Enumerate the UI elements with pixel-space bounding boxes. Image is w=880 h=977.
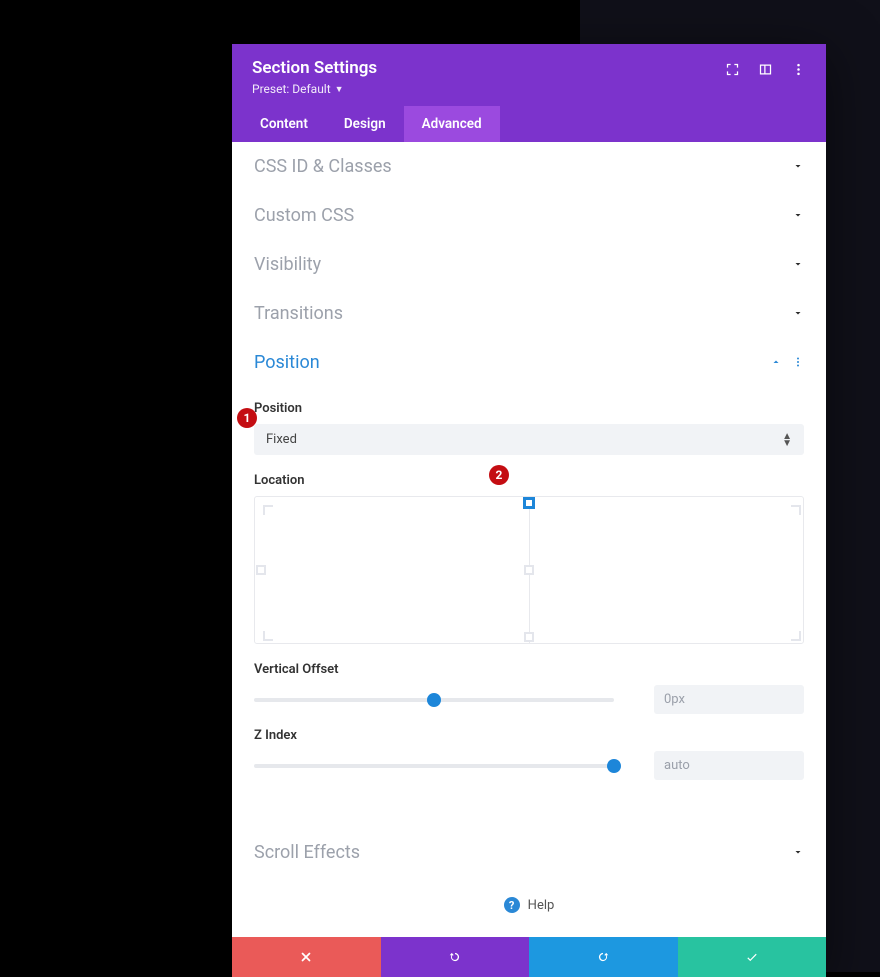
slider-thumb[interactable] (427, 693, 441, 707)
chevron-down-icon (792, 206, 804, 225)
tab-advanced[interactable]: Advanced (404, 106, 500, 142)
location-top-right[interactable] (791, 505, 801, 515)
accordion-title: Transitions (254, 303, 343, 324)
chevron-down-icon (792, 255, 804, 274)
location-grid[interactable] (254, 496, 804, 644)
location-field-label: Location (254, 473, 804, 488)
accordion-css[interactable]: CSS ID & Classes (232, 142, 826, 191)
position-select-value: Fixed (266, 432, 297, 447)
accordion-visibility[interactable]: Visibility (232, 240, 826, 289)
z-index-label: Z Index (254, 728, 804, 743)
panel-body: CSS ID & Classes Custom CSS Visibility T… (232, 142, 826, 937)
z-index-slider[interactable] (254, 764, 614, 768)
tabs: Content Design Advanced (232, 106, 826, 142)
chevron-down-icon (792, 843, 804, 862)
annotation-badge-2: 2 (489, 465, 509, 485)
location-bottom-right[interactable] (791, 631, 801, 641)
accordion-position[interactable]: Position (232, 338, 826, 387)
panel-title: Section Settings (252, 58, 377, 78)
title-block: Section Settings Preset: Default ▼ (252, 58, 377, 96)
help-icon: ? (504, 897, 520, 913)
section-kebab-icon[interactable] (792, 353, 804, 372)
chevron-down-icon (792, 304, 804, 323)
vertical-offset-label: Vertical Offset (254, 662, 804, 677)
vertical-offset-value[interactable]: 0px (654, 685, 804, 714)
location-top-center[interactable] (523, 497, 535, 509)
help-link[interactable]: ? Help (232, 877, 826, 937)
kebab-icon[interactable] (791, 62, 806, 81)
accordion-title: Custom CSS (254, 205, 354, 226)
chevron-down-icon (792, 157, 804, 176)
accordion-scroll-effects[interactable]: Scroll Effects (232, 828, 826, 877)
settings-panel: Section Settings Preset: Default ▼ Conte… (232, 44, 826, 977)
undo-button[interactable] (381, 937, 530, 977)
tab-design[interactable]: Design (326, 106, 404, 142)
preset-dropdown[interactable]: Preset: Default ▼ (252, 82, 377, 96)
accordion-title: Position (254, 352, 320, 373)
position-field-label: Position (254, 401, 804, 416)
save-button[interactable] (678, 937, 827, 977)
sidebar-toggle-icon[interactable] (758, 62, 773, 81)
help-label: Help (528, 898, 555, 913)
select-arrows-icon: ▲▼ (782, 433, 792, 447)
panel-header: Section Settings Preset: Default ▼ (232, 44, 826, 106)
redo-button[interactable] (529, 937, 678, 977)
annotation-badge-1: 1 (237, 408, 257, 428)
accordion-transitions[interactable]: Transitions (232, 289, 826, 338)
z-index-row: auto (254, 751, 804, 780)
location-bottom-center[interactable] (524, 632, 534, 642)
vertical-offset-row: 0px (254, 685, 804, 714)
z-index-value[interactable]: auto (654, 751, 804, 780)
accordion-title: CSS ID & Classes (254, 156, 392, 177)
slider-thumb[interactable] (607, 759, 621, 773)
accordion-custom-css[interactable]: Custom CSS (232, 191, 826, 240)
position-section: Position Fixed ▲▼ Location Vertical Offs… (232, 387, 826, 808)
expand-icon[interactable] (725, 62, 740, 81)
header-icons (725, 62, 806, 81)
caret-down-icon: ▼ (335, 84, 344, 95)
panel-footer (232, 937, 826, 977)
cancel-button[interactable] (232, 937, 381, 977)
location-bottom-left[interactable] (263, 631, 273, 641)
location-middle-left[interactable] (256, 565, 266, 575)
location-center[interactable] (524, 565, 534, 575)
accordion-title: Scroll Effects (254, 842, 360, 863)
position-select[interactable]: Fixed ▲▼ (254, 424, 804, 455)
location-top-left[interactable] (263, 505, 273, 515)
preset-label: Preset: Default (252, 82, 331, 96)
accordion-title: Visibility (254, 254, 321, 275)
chevron-up-icon (770, 353, 782, 372)
tab-content[interactable]: Content (242, 106, 326, 142)
vertical-offset-slider[interactable] (254, 698, 614, 702)
